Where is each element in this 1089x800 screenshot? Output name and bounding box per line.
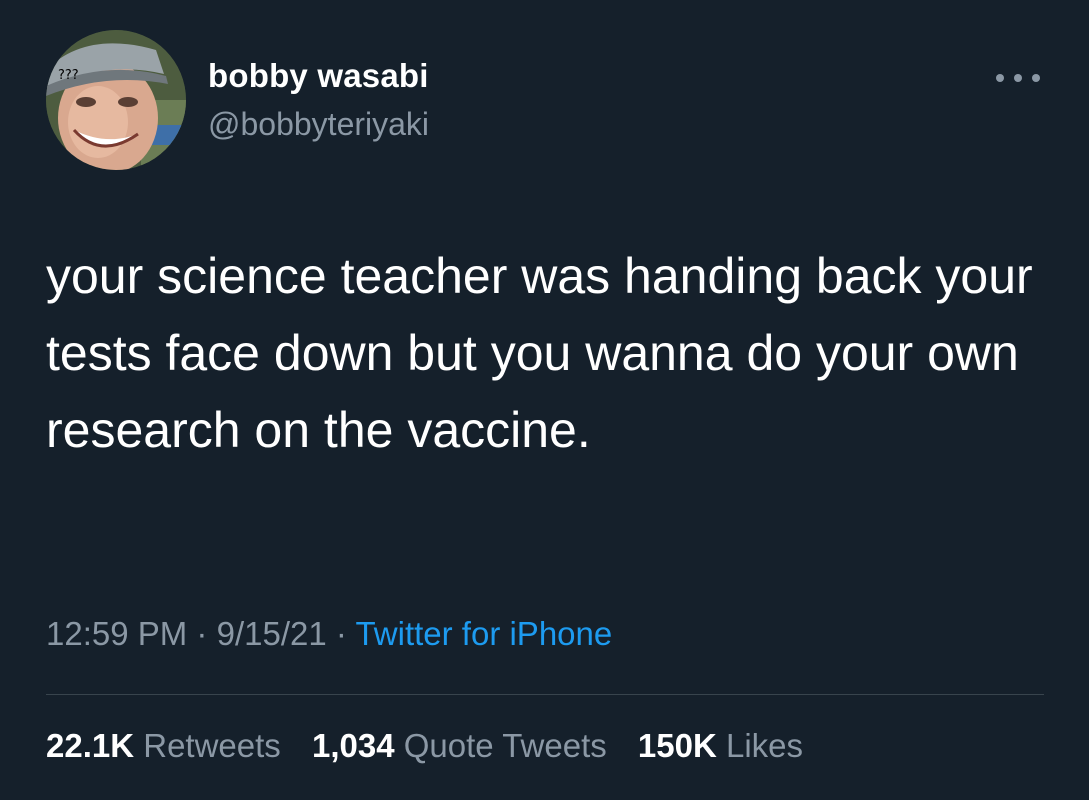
tweet-text: your science teacher was handing back yo… bbox=[46, 248, 1033, 458]
avatar[interactable]: ??? bbox=[46, 30, 186, 170]
quote-tweets-label: Quote Tweets bbox=[403, 727, 607, 764]
more-options-button[interactable] bbox=[988, 62, 1048, 92]
retweets-count: 22.1K bbox=[46, 727, 135, 764]
tweet-card: ??? bobby wasabi @bobbyteriyaki your sci… bbox=[0, 0, 1089, 800]
meta-separator: · bbox=[335, 615, 347, 652]
likes-stat[interactable]: 150K Likes bbox=[638, 727, 803, 765]
meta-separator: · bbox=[196, 615, 208, 652]
engagement-stats: 22.1K Retweets 1,034 Quote Tweets 150K L… bbox=[46, 727, 825, 765]
tweet-metadata: 12:59 PM · 9/15/21 · Twitter for iPhone bbox=[46, 615, 612, 653]
quote-tweets-stat[interactable]: 1,034 Quote Tweets bbox=[312, 727, 607, 765]
divider bbox=[46, 694, 1044, 695]
profile-photo-icon bbox=[46, 30, 186, 170]
username-handle[interactable]: @bobbyteriyaki bbox=[208, 106, 429, 143]
more-horizontal-icon bbox=[1032, 74, 1040, 82]
more-horizontal-icon bbox=[1014, 74, 1022, 82]
tweet-date[interactable]: 9/15/21 bbox=[217, 615, 327, 652]
tweet-time[interactable]: 12:59 PM bbox=[46, 615, 187, 652]
more-horizontal-icon bbox=[996, 74, 1004, 82]
retweets-stat[interactable]: 22.1K Retweets bbox=[46, 727, 281, 765]
likes-count: 150K bbox=[637, 727, 717, 764]
display-name[interactable]: bobby wasabi bbox=[208, 57, 429, 95]
likes-label: Likes bbox=[725, 727, 804, 764]
tweet-source-link[interactable]: Twitter for iPhone bbox=[355, 615, 612, 652]
quote-tweets-count: 1,034 bbox=[311, 727, 395, 764]
avatar-caption: ??? bbox=[58, 68, 79, 83]
retweets-label: Retweets bbox=[143, 727, 281, 764]
